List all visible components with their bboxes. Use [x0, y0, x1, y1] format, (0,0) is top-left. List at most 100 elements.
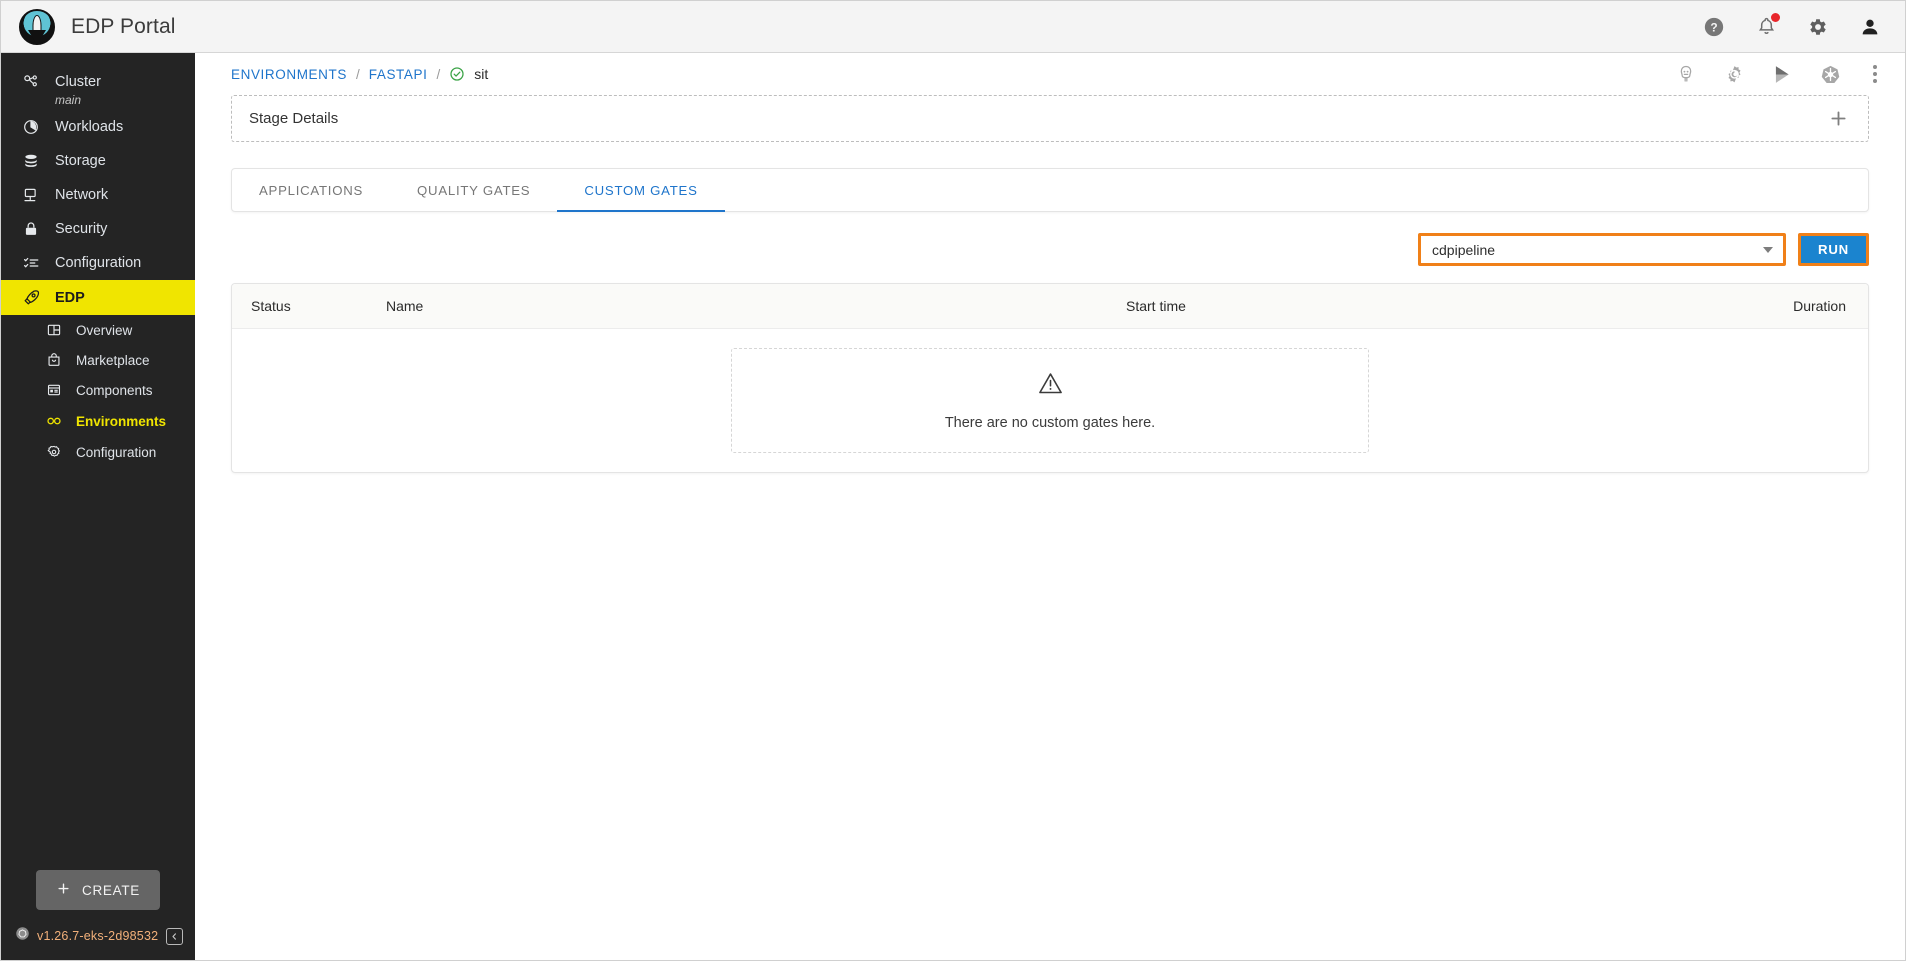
more-options-kebab-icon[interactable]	[1867, 63, 1883, 85]
empty-state-message: There are no custom gates here.	[945, 415, 1155, 431]
sidebar-item-workloads[interactable]: Workloads	[1, 110, 195, 144]
brand[interactable]: EDP Portal	[19, 9, 176, 45]
sidebar-item-edp[interactable]: EDP	[1, 280, 195, 315]
sidebar-subitem-label-marketplace: Marketplace	[76, 353, 150, 368]
sidebar-item-label-network: Network	[55, 187, 108, 203]
rocket-logo-icon	[19, 9, 55, 45]
grafana-icon[interactable]	[1723, 63, 1745, 85]
stage-details-card: Stage Details	[231, 95, 1869, 142]
tab-quality-gates[interactable]: QUALITY GATES	[390, 169, 557, 211]
sidebar-item-label-cluster: Cluster	[55, 73, 101, 91]
create-button[interactable]: CREATE	[36, 870, 160, 910]
sidebar-item-security[interactable]: Security	[1, 212, 195, 246]
custom-gates-table: Status Name Start time Duration	[231, 283, 1869, 473]
user-account-icon[interactable]	[1857, 14, 1883, 40]
breadcrumb-separator: /	[436, 67, 440, 82]
components-window-icon	[45, 382, 63, 398]
custom-gates-controls: cdpipeline RUN	[231, 212, 1869, 283]
sidebar-item-label-security: Security	[55, 221, 107, 237]
column-header-start-time: Start time	[1126, 298, 1726, 314]
sidebar-subitem-label-components: Components	[76, 383, 153, 398]
cluster-nodes-icon	[21, 73, 41, 91]
table-body: There are no custom gates here.	[232, 329, 1868, 472]
top-header: EDP Portal ?	[1, 1, 1905, 53]
tab-bar: APPLICATIONS QUALITY GATES CUSTOM GATES	[231, 168, 1869, 212]
svg-text:?: ?	[1710, 20, 1717, 34]
notification-badge	[1771, 13, 1780, 22]
empty-state: There are no custom gates here.	[731, 348, 1369, 453]
kubernetes-icon[interactable]	[1819, 63, 1841, 85]
storage-disks-icon	[21, 152, 41, 170]
settings-gear-icon[interactable]	[1805, 14, 1831, 40]
sidebar-item-label-storage: Storage	[55, 153, 106, 169]
create-button-label: CREATE	[82, 883, 140, 898]
marketplace-bag-icon	[45, 352, 63, 368]
sidebar: Cluster main Workloads	[1, 53, 195, 960]
sidebar-item-label-workloads: Workloads	[55, 119, 123, 135]
add-stage-plus-icon[interactable]	[1826, 107, 1850, 131]
sidebar-cluster-context: main	[55, 93, 101, 108]
sidebar-spacer	[1, 467, 195, 870]
breadcrumb-item-environments[interactable]: ENVIRONMENTS	[231, 67, 347, 82]
main-content: ENVIRONMENTS / FASTAPI / sit	[195, 53, 1905, 960]
breadcrumb-item-fastapi[interactable]: FASTAPI	[369, 67, 428, 82]
sidebar-subitem-label-configuration: Configuration	[76, 445, 156, 460]
workloads-pie-icon	[21, 118, 41, 136]
kubernetes-badge-icon	[15, 926, 30, 946]
plus-icon	[56, 881, 71, 899]
notifications-bell-icon[interactable]	[1753, 14, 1779, 40]
tab-custom-gates[interactable]: CUSTOM GATES	[557, 169, 724, 211]
kibana-icon[interactable]	[1771, 63, 1793, 85]
sidebar-nav: Cluster main Workloads	[1, 53, 195, 467]
page-toolbar: ENVIRONMENTS / FASTAPI / sit	[195, 53, 1905, 95]
page-content: Stage Details APPLICATIONS QUALITY GATES	[195, 95, 1905, 473]
column-header-name: Name	[386, 298, 1126, 314]
sidebar-item-overview[interactable]: Overview	[1, 315, 195, 345]
breadcrumb-separator: /	[356, 67, 360, 82]
pipeline-select-value: cdpipeline	[1432, 242, 1495, 258]
check-circle-ok-icon	[449, 66, 465, 82]
create-button-wrapper: CREATE	[1, 870, 195, 926]
breadcrumb-item-current: sit	[474, 66, 488, 82]
top-header-actions: ?	[1701, 14, 1883, 40]
sidebar-item-cluster[interactable]: Cluster main	[1, 65, 195, 110]
sidebar-item-storage[interactable]: Storage	[1, 144, 195, 178]
sidebar-cluster-text: Cluster main	[55, 73, 101, 108]
tab-applications[interactable]: APPLICATIONS	[232, 169, 390, 211]
chevron-down-icon	[1763, 247, 1773, 253]
tab-label-custom-gates: CUSTOM GATES	[584, 183, 697, 198]
environments-infinity-icon	[45, 412, 63, 430]
collapse-sidebar-icon[interactable]	[166, 928, 183, 945]
security-lock-icon	[21, 220, 41, 238]
argocd-icon[interactable]	[1675, 63, 1697, 85]
sidebar-item-edp-configuration[interactable]: Configuration	[1, 437, 195, 467]
sidebar-item-label-edp: EDP	[55, 290, 85, 306]
pipeline-select[interactable]: cdpipeline	[1418, 233, 1786, 266]
column-header-status: Status	[251, 298, 386, 314]
stage-details-title: Stage Details	[249, 110, 338, 127]
network-monitor-icon	[21, 186, 41, 204]
sidebar-footer: v1.26.7-eks-2d98532	[1, 926, 195, 960]
help-icon[interactable]: ?	[1701, 14, 1727, 40]
app-window: EDP Portal ?	[0, 0, 1906, 961]
overview-dashboard-icon	[45, 322, 63, 338]
configuration-list-icon	[21, 254, 41, 272]
edp-rocket-icon	[21, 288, 41, 307]
sidebar-item-components[interactable]: Components	[1, 375, 195, 405]
tab-label-quality-gates: QUALITY GATES	[417, 183, 530, 198]
run-button[interactable]: RUN	[1798, 233, 1869, 266]
sidebar-item-label-configuration: Configuration	[55, 255, 141, 271]
sidebar-item-configuration[interactable]: Configuration	[1, 246, 195, 280]
sidebar-item-environments[interactable]: Environments	[1, 405, 195, 437]
sidebar-item-marketplace[interactable]: Marketplace	[1, 345, 195, 375]
configuration-gear-icon	[45, 444, 63, 460]
app-body: Cluster main Workloads	[1, 53, 1905, 960]
column-header-duration: Duration	[1726, 298, 1846, 314]
tab-label-applications: APPLICATIONS	[259, 183, 363, 198]
page-tool-icons	[1675, 63, 1883, 85]
version-label: v1.26.7-eks-2d98532	[37, 929, 158, 943]
breadcrumb: ENVIRONMENTS / FASTAPI / sit	[231, 66, 488, 82]
warning-triangle-icon	[1037, 370, 1064, 402]
app-title: EDP Portal	[71, 15, 176, 39]
sidebar-item-network[interactable]: Network	[1, 178, 195, 212]
